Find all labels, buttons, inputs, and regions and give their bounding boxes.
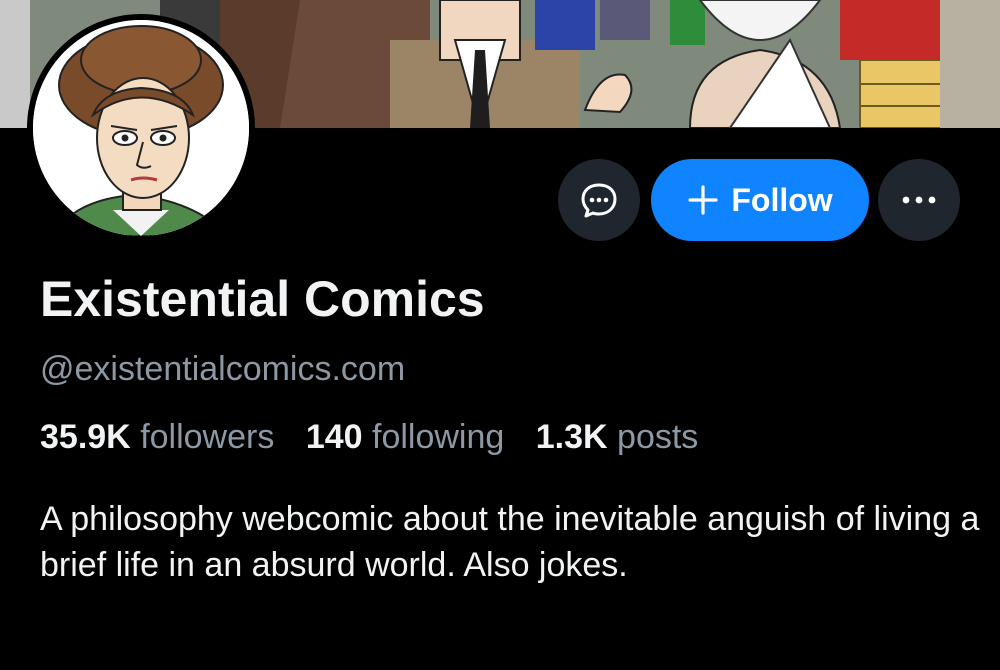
chat-bubble-icon <box>581 183 617 218</box>
posts-label: posts <box>617 418 699 456</box>
avatar-illustration <box>33 20 249 236</box>
following-stat[interactable]: 140 following <box>306 418 536 456</box>
followers-label: followers <box>140 418 275 456</box>
posts-stat: 1.3K posts <box>536 418 721 456</box>
profile-bio: A philosophy webcomic about the inevitab… <box>40 500 980 584</box>
posts-count: 1.3K <box>535 418 608 456</box>
profile-handle: @existentialcomics.com <box>40 350 406 388</box>
more-options-button[interactable] <box>878 159 960 241</box>
following-count: 140 <box>305 418 363 456</box>
following-label: following <box>372 418 505 456</box>
profile-avatar[interactable] <box>27 14 255 242</box>
message-button[interactable] <box>558 159 640 241</box>
plus-icon <box>688 185 718 215</box>
followers-count: 35.9K <box>40 418 131 456</box>
profile-display-name: Existential Comics <box>40 271 485 327</box>
ellipsis-icon <box>902 196 936 204</box>
profile-stats: 35.9K followers 140 following 1.3K posts <box>40 418 720 457</box>
follow-button-label: Follow <box>731 181 833 218</box>
follow-button[interactable]: Follow <box>651 159 869 241</box>
followers-stat[interactable]: 35.9K followers <box>40 418 306 456</box>
